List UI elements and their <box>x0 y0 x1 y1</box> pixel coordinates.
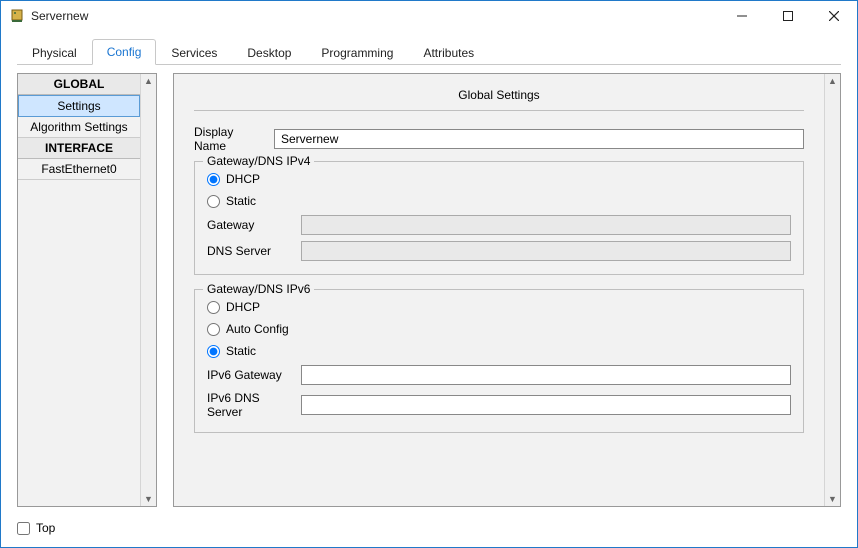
ipv4-dhcp-label: DHCP <box>226 172 260 186</box>
tabs: Physical Config Services Desktop Program… <box>17 39 841 65</box>
top-checkbox[interactable] <box>17 522 30 535</box>
ipv4-dhcp-radio[interactable] <box>207 173 220 186</box>
sidebar-header-global: GLOBAL <box>18 74 140 95</box>
sidebar-item-settings[interactable]: Settings <box>18 95 140 117</box>
ipv4-static-row: Static <box>207 190 791 212</box>
ipv4-dns-label: DNS Server <box>207 244 293 258</box>
ipv6-dns-row: IPv6 DNS Server <box>207 388 791 422</box>
ipv4-gateway-label: Gateway <box>207 218 293 232</box>
ipv4-group: Gateway/DNS IPv4 DHCP Static Gateway <box>194 161 804 275</box>
main-panel: Global Settings Display Name Gateway/DNS… <box>174 74 824 506</box>
window-title: Servernew <box>31 9 719 23</box>
top-label: Top <box>36 521 55 535</box>
scroll-up-icon[interactable]: ▲ <box>828 74 837 88</box>
content-row: GLOBAL Settings Algorithm Settings INTER… <box>1 65 857 511</box>
display-name-label: Display Name <box>194 125 266 153</box>
ipv4-dns-row: DNS Server <box>207 238 791 264</box>
maximize-button[interactable] <box>765 1 811 31</box>
scroll-down-icon[interactable]: ▼ <box>828 492 837 506</box>
footer: Top <box>1 511 857 547</box>
ipv6-auto-label: Auto Config <box>226 322 289 336</box>
ipv4-gateway-row: Gateway <box>207 212 791 238</box>
ipv4-gateway-input <box>301 215 791 235</box>
ipv4-static-radio[interactable] <box>207 195 220 208</box>
panel-title: Global Settings <box>194 82 804 110</box>
scroll-down-icon[interactable]: ▼ <box>144 492 153 506</box>
tab-desktop[interactable]: Desktop <box>232 40 306 65</box>
sidebar: GLOBAL Settings Algorithm Settings INTER… <box>18 74 140 506</box>
close-button[interactable] <box>811 1 857 31</box>
ipv4-dhcp-row: DHCP <box>207 168 791 190</box>
tab-config[interactable]: Config <box>92 39 157 65</box>
minimize-button[interactable] <box>719 1 765 31</box>
scroll-up-icon[interactable]: ▲ <box>144 74 153 88</box>
ipv4-dns-input <box>301 241 791 261</box>
ipv6-static-row: Static <box>207 340 791 362</box>
server-icon <box>9 8 25 24</box>
titlebar: Servernew <box>1 1 857 31</box>
tab-physical[interactable]: Physical <box>17 40 92 65</box>
ipv4-static-label: Static <box>226 194 256 208</box>
main-panel-wrap: Global Settings Display Name Gateway/DNS… <box>173 73 841 507</box>
ipv6-dhcp-row: DHCP <box>207 296 791 318</box>
tab-services[interactable]: Services <box>156 40 232 65</box>
ipv6-dns-label: IPv6 DNS Server <box>207 391 293 419</box>
display-name-input[interactable] <box>274 129 804 149</box>
app-window: Servernew Physical Config Services Deskt… <box>0 0 858 548</box>
ipv4-legend: Gateway/DNS IPv4 <box>203 154 314 168</box>
ipv6-gateway-input[interactable] <box>301 365 791 385</box>
ipv6-group: Gateway/DNS IPv6 DHCP Auto Config Static <box>194 289 804 433</box>
ipv6-static-label: Static <box>226 344 256 358</box>
ipv6-gateway-row: IPv6 Gateway <box>207 362 791 388</box>
sidebar-item-algorithm-settings[interactable]: Algorithm Settings <box>18 117 140 138</box>
sidebar-scrollbar[interactable]: ▲ ▼ <box>140 74 156 506</box>
ipv6-auto-radio[interactable] <box>207 323 220 336</box>
window-controls <box>719 1 857 31</box>
ipv6-auto-row: Auto Config <box>207 318 791 340</box>
main-scrollbar[interactable]: ▲ ▼ <box>824 74 840 506</box>
ipv6-dhcp-radio[interactable] <box>207 301 220 314</box>
tab-attributes[interactable]: Attributes <box>408 40 489 65</box>
panel-divider <box>194 110 804 111</box>
ipv6-dhcp-label: DHCP <box>226 300 260 314</box>
tab-programming[interactable]: Programming <box>306 40 408 65</box>
ipv6-static-radio[interactable] <box>207 345 220 358</box>
ipv6-gateway-label: IPv6 Gateway <box>207 368 293 382</box>
sidebar-wrap: GLOBAL Settings Algorithm Settings INTER… <box>17 73 157 507</box>
sidebar-item-fastethernet0[interactable]: FastEthernet0 <box>18 159 140 180</box>
display-name-row: Display Name <box>194 125 804 153</box>
ipv6-dns-input[interactable] <box>301 395 791 415</box>
ipv6-legend: Gateway/DNS IPv6 <box>203 282 314 296</box>
sidebar-header-interface: INTERFACE <box>18 138 140 159</box>
